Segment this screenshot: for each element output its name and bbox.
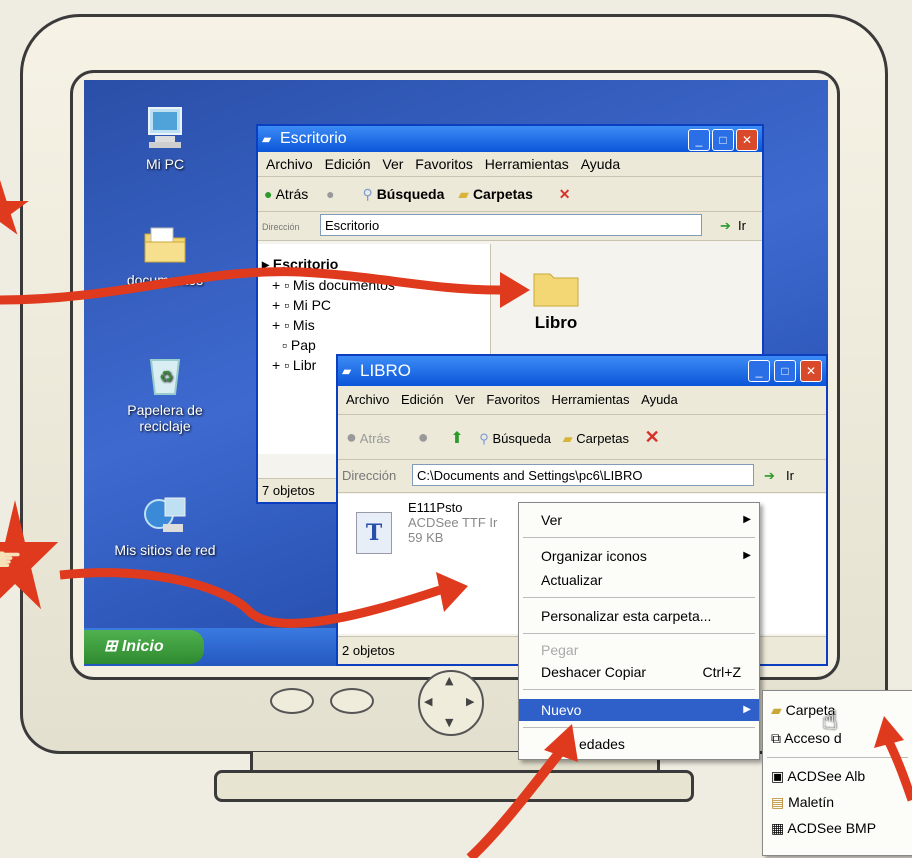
annotation-arrow: [0, 267, 501, 305]
annotation-arrow: [466, 748, 564, 858]
annotation-arrow: [59, 568, 442, 628]
annotation-arrowhead: [436, 572, 468, 612]
annotation-arrows: [0, 267, 912, 858]
annotation-arrowhead: [874, 716, 904, 748]
annotation-arrow: [883, 737, 912, 802]
annotation-arrowhead: [500, 272, 530, 308]
